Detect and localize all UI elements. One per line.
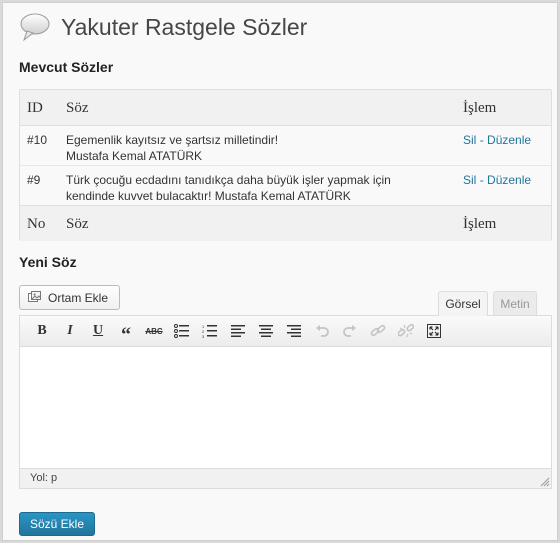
svg-text:3: 3 (202, 334, 205, 338)
quote-text: Türk çocuğu ecdadını tanıdıkça daha büyü… (66, 172, 391, 204)
admin-panel: Yakuter Rastgele Sözler Mevcut Sözler ID… (2, 2, 558, 541)
unlink-icon[interactable] (395, 321, 417, 341)
numbered-list-icon[interactable]: 1 2 3 (199, 321, 221, 341)
bold-icon[interactable]: B (31, 321, 53, 341)
quote-line: kendinde kuvvet bulacaktır! Mustafa Kema… (66, 189, 351, 203)
tab-visual[interactable]: Görsel (438, 291, 488, 316)
link-icon[interactable] (367, 321, 389, 341)
edit-link[interactable]: Düzenle (487, 173, 531, 187)
quote-line: Türk çocuğu ecdadını tanıdıkça daha büyü… (66, 173, 391, 187)
table-row: #9 Türk çocuğu ecdadını tanıdıkça daha b… (20, 166, 551, 206)
delete-link[interactable]: Sil (463, 133, 476, 147)
speech-bubble-icon (20, 13, 50, 42)
column-id: ID (27, 100, 43, 116)
strikethrough-icon[interactable]: ABC (143, 321, 165, 341)
add-quote-button[interactable]: Sözü Ekle (19, 512, 95, 536)
action-separator: - (479, 173, 484, 187)
column-action: İşlem (463, 100, 497, 116)
footer-id: No (27, 216, 46, 232)
path-label: Yol: p (30, 472, 58, 484)
action-separator: - (479, 133, 484, 147)
bullet-list-icon[interactable] (171, 321, 193, 341)
new-quote-heading: Yeni Söz (19, 254, 77, 270)
fullscreen-icon[interactable] (423, 321, 445, 341)
blockquote-icon[interactable]: “ (115, 321, 137, 345)
media-icon (28, 291, 41, 302)
undo-icon[interactable] (311, 321, 333, 341)
table-row: #10 Egemenlik kayıtsız ve şartsız millet… (20, 126, 551, 166)
align-left-icon[interactable] (227, 321, 249, 341)
italic-icon[interactable]: I (59, 321, 81, 341)
editor-content[interactable] (20, 347, 551, 468)
tab-text[interactable]: Metin (493, 291, 537, 315)
resize-handle-icon[interactable] (540, 477, 550, 487)
quote-id: #10 (27, 133, 48, 147)
redo-icon[interactable] (339, 321, 361, 341)
underline-icon[interactable]: U (87, 321, 109, 341)
footer-action: İşlem (463, 216, 497, 232)
table-footer: No Söz İşlem (20, 205, 551, 241)
footer-quote: Söz (66, 216, 89, 232)
rich-text-editor: B I U “ ABC 1 2 3 Yol: p (19, 315, 552, 489)
page-header: Yakuter Rastgele Sözler (19, 11, 307, 43)
quote-line: Mustafa Kemal ATATÜRK (66, 149, 203, 163)
quote-id: #9 (27, 173, 41, 187)
page-title: Yakuter Rastgele Sözler (61, 13, 308, 40)
quotes-table: ID Söz İşlem #10 Egemenlik kayıtsız ve ş… (19, 89, 552, 241)
align-center-icon[interactable] (255, 321, 277, 341)
delete-link[interactable]: Sil (463, 173, 476, 187)
editor-toolbar: B I U “ ABC 1 2 3 (20, 316, 551, 347)
column-quote: Söz (66, 100, 89, 116)
add-media-label: Ortam Ekle (48, 290, 109, 305)
quote-line: Egemenlik kayıtsız ve şartsız milletindi… (66, 133, 279, 147)
quote-text: Egemenlik kayıtsız ve şartsız milletindi… (66, 132, 278, 164)
add-media-button[interactable]: Ortam Ekle (19, 285, 120, 310)
existing-quotes-heading: Mevcut Sözler (19, 59, 114, 75)
row-actions: Sil - Düzenle (463, 172, 531, 188)
row-actions: Sil - Düzenle (463, 132, 531, 148)
table-header: ID Söz İşlem (20, 90, 551, 126)
editor-path-bar: Yol: p (20, 468, 551, 488)
edit-link[interactable]: Düzenle (487, 133, 531, 147)
align-right-icon[interactable] (283, 321, 305, 341)
